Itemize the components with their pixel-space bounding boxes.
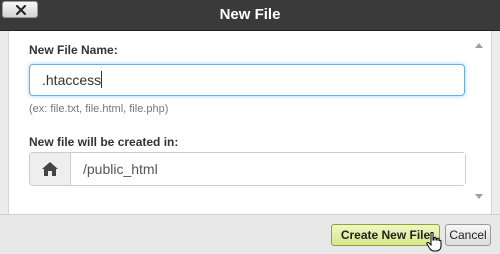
cancel-button[interactable]: Cancel [445, 224, 491, 246]
text-caret [101, 71, 102, 88]
scroll-down-arrow-icon[interactable] [475, 194, 483, 199]
dialog-titlebar: New File [0, 0, 500, 31]
dialog-title: New File [219, 6, 281, 23]
home-icon [42, 162, 58, 176]
scroll-up-arrow-icon[interactable] [475, 43, 483, 48]
location-label: New file will be created in: [29, 135, 179, 149]
location-field [29, 152, 466, 186]
hand-pointer-cursor-icon [426, 232, 442, 252]
file-name-hint: (ex: file.txt, file.html, file.php) [29, 103, 169, 115]
location-input[interactable] [71, 153, 465, 185]
create-new-file-button[interactable]: Create New File [331, 224, 440, 246]
new-file-dialog: New File New File Name: (ex: file.txt, f… [0, 0, 500, 254]
dialog-body: New File Name: (ex: file.txt, file.html,… [8, 31, 492, 214]
file-name-label: New File Name: [29, 43, 118, 57]
location-addon [30, 153, 71, 185]
dialog-scrollbar[interactable] [473, 41, 485, 201]
file-name-input[interactable] [29, 64, 465, 96]
dialog-footer: Create New File Cancel [0, 214, 500, 254]
